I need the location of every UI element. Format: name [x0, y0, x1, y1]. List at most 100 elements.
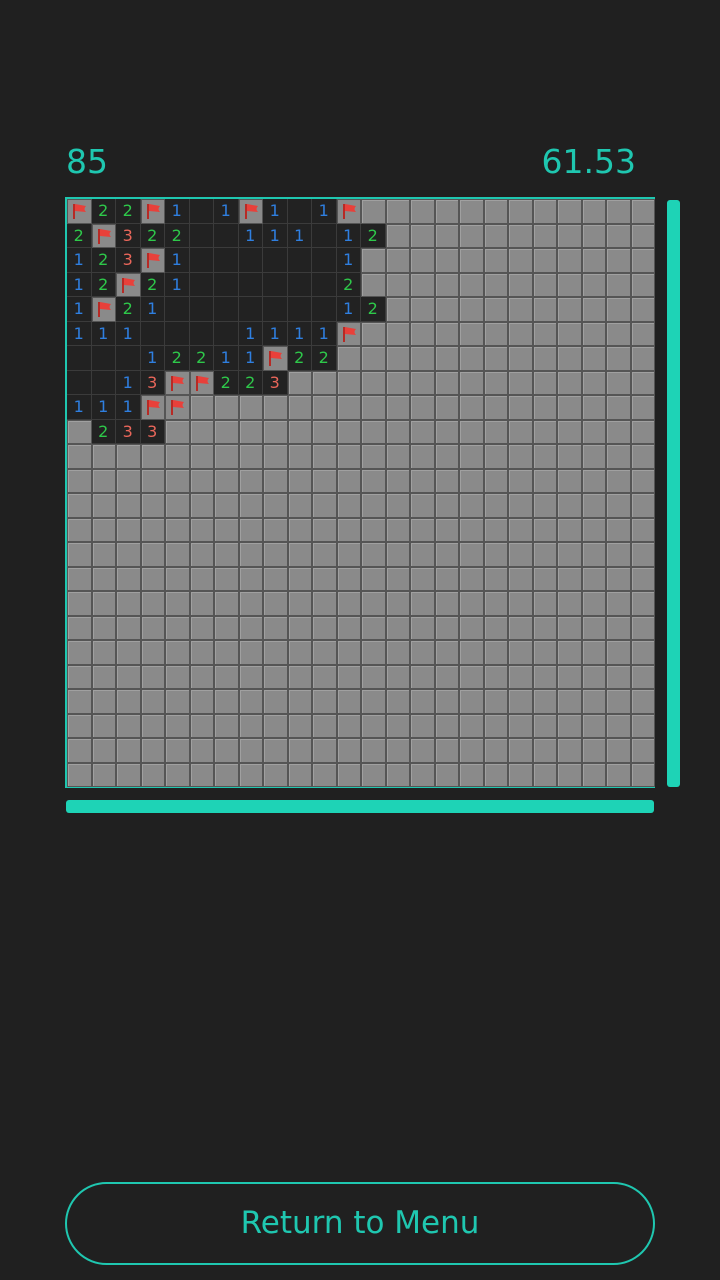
hidden-cell[interactable]: [483, 762, 508, 787]
hidden-cell[interactable]: [483, 493, 508, 518]
hidden-cell[interactable]: [630, 664, 655, 689]
hidden-cell[interactable]: [459, 419, 484, 444]
hidden-cell[interactable]: [459, 199, 484, 224]
hidden-cell[interactable]: [287, 517, 312, 542]
hidden-cell[interactable]: [630, 591, 655, 616]
hidden-cell[interactable]: [361, 517, 386, 542]
hidden-cell[interactable]: [67, 664, 92, 689]
hidden-cell[interactable]: [238, 566, 263, 591]
hidden-cell[interactable]: [140, 615, 165, 640]
hidden-cell[interactable]: [410, 223, 435, 248]
hidden-cell[interactable]: [532, 713, 557, 738]
hidden-cell[interactable]: [606, 566, 631, 591]
hidden-cell[interactable]: [91, 468, 116, 493]
hidden-cell[interactable]: [116, 591, 141, 616]
hidden-cell[interactable]: [459, 713, 484, 738]
hidden-cell[interactable]: [165, 664, 190, 689]
hidden-cell[interactable]: [508, 566, 533, 591]
hidden-cell[interactable]: [238, 664, 263, 689]
hidden-cell[interactable]: [606, 321, 631, 346]
hidden-cell[interactable]: [189, 566, 214, 591]
hidden-cell[interactable]: [336, 346, 361, 371]
hidden-cell[interactable]: [140, 517, 165, 542]
flagged-cell[interactable]: [140, 248, 165, 273]
hidden-cell[interactable]: [312, 468, 337, 493]
hidden-cell[interactable]: [238, 762, 263, 787]
hidden-cell[interactable]: [91, 444, 116, 469]
hidden-cell[interactable]: [238, 591, 263, 616]
hidden-cell[interactable]: [385, 419, 410, 444]
hidden-cell[interactable]: [483, 346, 508, 371]
hidden-cell[interactable]: [532, 395, 557, 420]
hidden-cell[interactable]: [165, 493, 190, 518]
hidden-cell[interactable]: [238, 738, 263, 763]
hidden-cell[interactable]: [410, 689, 435, 714]
hidden-cell[interactable]: [483, 297, 508, 322]
hidden-cell[interactable]: [410, 395, 435, 420]
hidden-cell[interactable]: [630, 321, 655, 346]
hidden-cell[interactable]: [434, 517, 459, 542]
hidden-cell[interactable]: [630, 689, 655, 714]
hidden-cell[interactable]: [312, 542, 337, 567]
flagged-cell[interactable]: [67, 199, 92, 224]
hidden-cell[interactable]: [238, 713, 263, 738]
hidden-cell[interactable]: [385, 689, 410, 714]
hidden-cell[interactable]: [434, 395, 459, 420]
hidden-cell[interactable]: [459, 223, 484, 248]
hidden-cell[interactable]: [67, 689, 92, 714]
hidden-cell[interactable]: [165, 640, 190, 665]
hidden-cell[interactable]: [532, 468, 557, 493]
hidden-cell[interactable]: [336, 517, 361, 542]
hidden-cell[interactable]: [312, 689, 337, 714]
hidden-cell[interactable]: [312, 395, 337, 420]
hidden-cell[interactable]: [263, 419, 288, 444]
hidden-cell[interactable]: [116, 444, 141, 469]
hidden-cell[interactable]: [434, 419, 459, 444]
hidden-cell[interactable]: [581, 713, 606, 738]
hidden-cell[interactable]: [189, 738, 214, 763]
hidden-cell[interactable]: [581, 199, 606, 224]
hidden-cell[interactable]: [581, 615, 606, 640]
hidden-cell[interactable]: [434, 297, 459, 322]
hidden-cell[interactable]: [263, 738, 288, 763]
hidden-cell[interactable]: [361, 419, 386, 444]
hidden-cell[interactable]: [263, 444, 288, 469]
hidden-cell[interactable]: [581, 321, 606, 346]
hidden-cell[interactable]: [214, 591, 239, 616]
hidden-cell[interactable]: [140, 738, 165, 763]
hidden-cell[interactable]: [483, 615, 508, 640]
hidden-cell[interactable]: [557, 615, 582, 640]
flagged-cell[interactable]: [140, 199, 165, 224]
hidden-cell[interactable]: [581, 223, 606, 248]
hidden-cell[interactable]: [67, 640, 92, 665]
hidden-cell[interactable]: [336, 566, 361, 591]
hidden-cell[interactable]: [385, 321, 410, 346]
hidden-cell[interactable]: [483, 640, 508, 665]
hidden-cell[interactable]: [532, 542, 557, 567]
hidden-cell[interactable]: [459, 493, 484, 518]
hidden-cell[interactable]: [165, 591, 190, 616]
hidden-cell[interactable]: [140, 762, 165, 787]
hidden-cell[interactable]: [214, 493, 239, 518]
hidden-cell[interactable]: [287, 493, 312, 518]
hidden-cell[interactable]: [238, 395, 263, 420]
hidden-cell[interactable]: [361, 468, 386, 493]
hidden-cell[interactable]: [434, 248, 459, 273]
hidden-cell[interactable]: [165, 689, 190, 714]
hidden-cell[interactable]: [557, 444, 582, 469]
hidden-cell[interactable]: [385, 370, 410, 395]
hidden-cell[interactable]: [557, 762, 582, 787]
hidden-cell[interactable]: [630, 370, 655, 395]
flagged-cell[interactable]: [91, 297, 116, 322]
hidden-cell[interactable]: [483, 689, 508, 714]
hidden-cell[interactable]: [459, 664, 484, 689]
hidden-cell[interactable]: [434, 762, 459, 787]
hidden-cell[interactable]: [336, 493, 361, 518]
hidden-cell[interactable]: [508, 664, 533, 689]
hidden-cell[interactable]: [263, 542, 288, 567]
hidden-cell[interactable]: [287, 542, 312, 567]
flagged-cell[interactable]: [165, 370, 190, 395]
hidden-cell[interactable]: [140, 713, 165, 738]
hidden-cell[interactable]: [434, 566, 459, 591]
hidden-cell[interactable]: [581, 444, 606, 469]
